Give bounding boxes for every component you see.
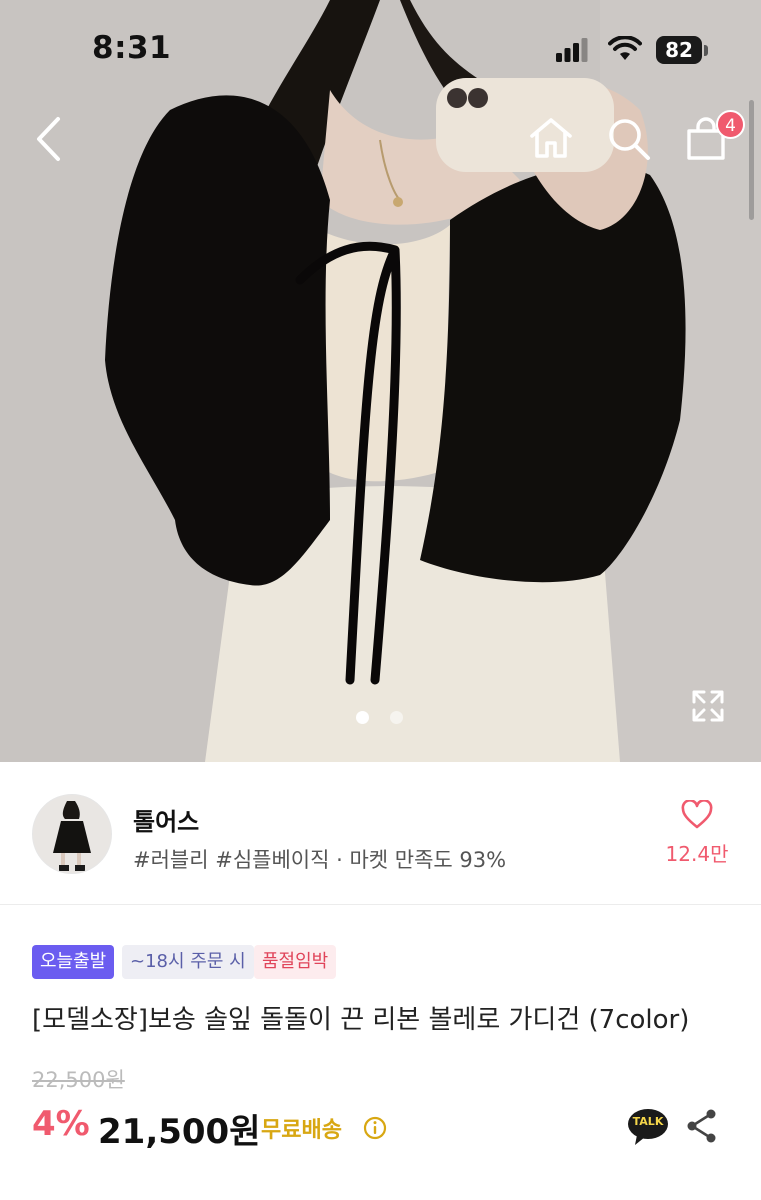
pagination-dot[interactable]: [390, 711, 403, 724]
order-cutoff-badge: ~18시 주문 시: [122, 945, 254, 979]
scroll-indicator: [749, 100, 754, 220]
seller-section[interactable]: 톨어스 #러블리 #심플베이직 · 마켓 만족도 93% 12.4만: [0, 762, 761, 905]
expand-icon[interactable]: [690, 688, 726, 724]
battery-cap: [704, 45, 708, 56]
cellular-signal-icon: [556, 38, 588, 62]
status-time: 8:31: [92, 30, 172, 66]
battery-indicator: 82: [656, 36, 702, 64]
product-title: [모델소장]보송 솔잎 돌돌이 끈 리본 볼레로 가디건 (7color): [32, 1005, 690, 1035]
seller-name[interactable]: 톨어스: [133, 802, 199, 837]
talk-button[interactable]: TALK: [627, 1107, 669, 1151]
share-icon[interactable]: [686, 1108, 718, 1144]
seller-avatar-image: [33, 795, 111, 873]
home-icon[interactable]: [528, 116, 574, 160]
seller-avatar[interactable]: [32, 794, 112, 874]
sale-price: 21,500원: [98, 1112, 261, 1152]
discount-rate: 4%: [32, 1104, 90, 1144]
heart-icon[interactable]: [681, 800, 713, 830]
free-shipping-label: 무료배송: [261, 1118, 342, 1143]
product-image-gallery[interactable]: 8:31 82 4: [0, 0, 761, 762]
wifi-icon: [608, 36, 642, 60]
talk-label: TALK: [632, 1115, 664, 1128]
product-photo: [0, 0, 761, 762]
low-stock-badge: 품절임박: [254, 945, 337, 979]
info-icon[interactable]: [363, 1116, 387, 1140]
seller-tags: #러블리 #심플베이직 · 마켓 만족도 93%: [133, 848, 507, 872]
chevron-left-icon[interactable]: [34, 116, 62, 162]
search-icon[interactable]: [606, 116, 652, 162]
status-bar: 8:31 82: [0, 0, 761, 100]
cart-count-badge: 4: [716, 110, 745, 139]
pagination-dot-active[interactable]: [356, 711, 369, 724]
original-price: 22,500원: [32, 1068, 125, 1092]
today-shipping-badge: 오늘출발: [32, 945, 115, 979]
like-count: 12.4만: [665, 842, 729, 866]
